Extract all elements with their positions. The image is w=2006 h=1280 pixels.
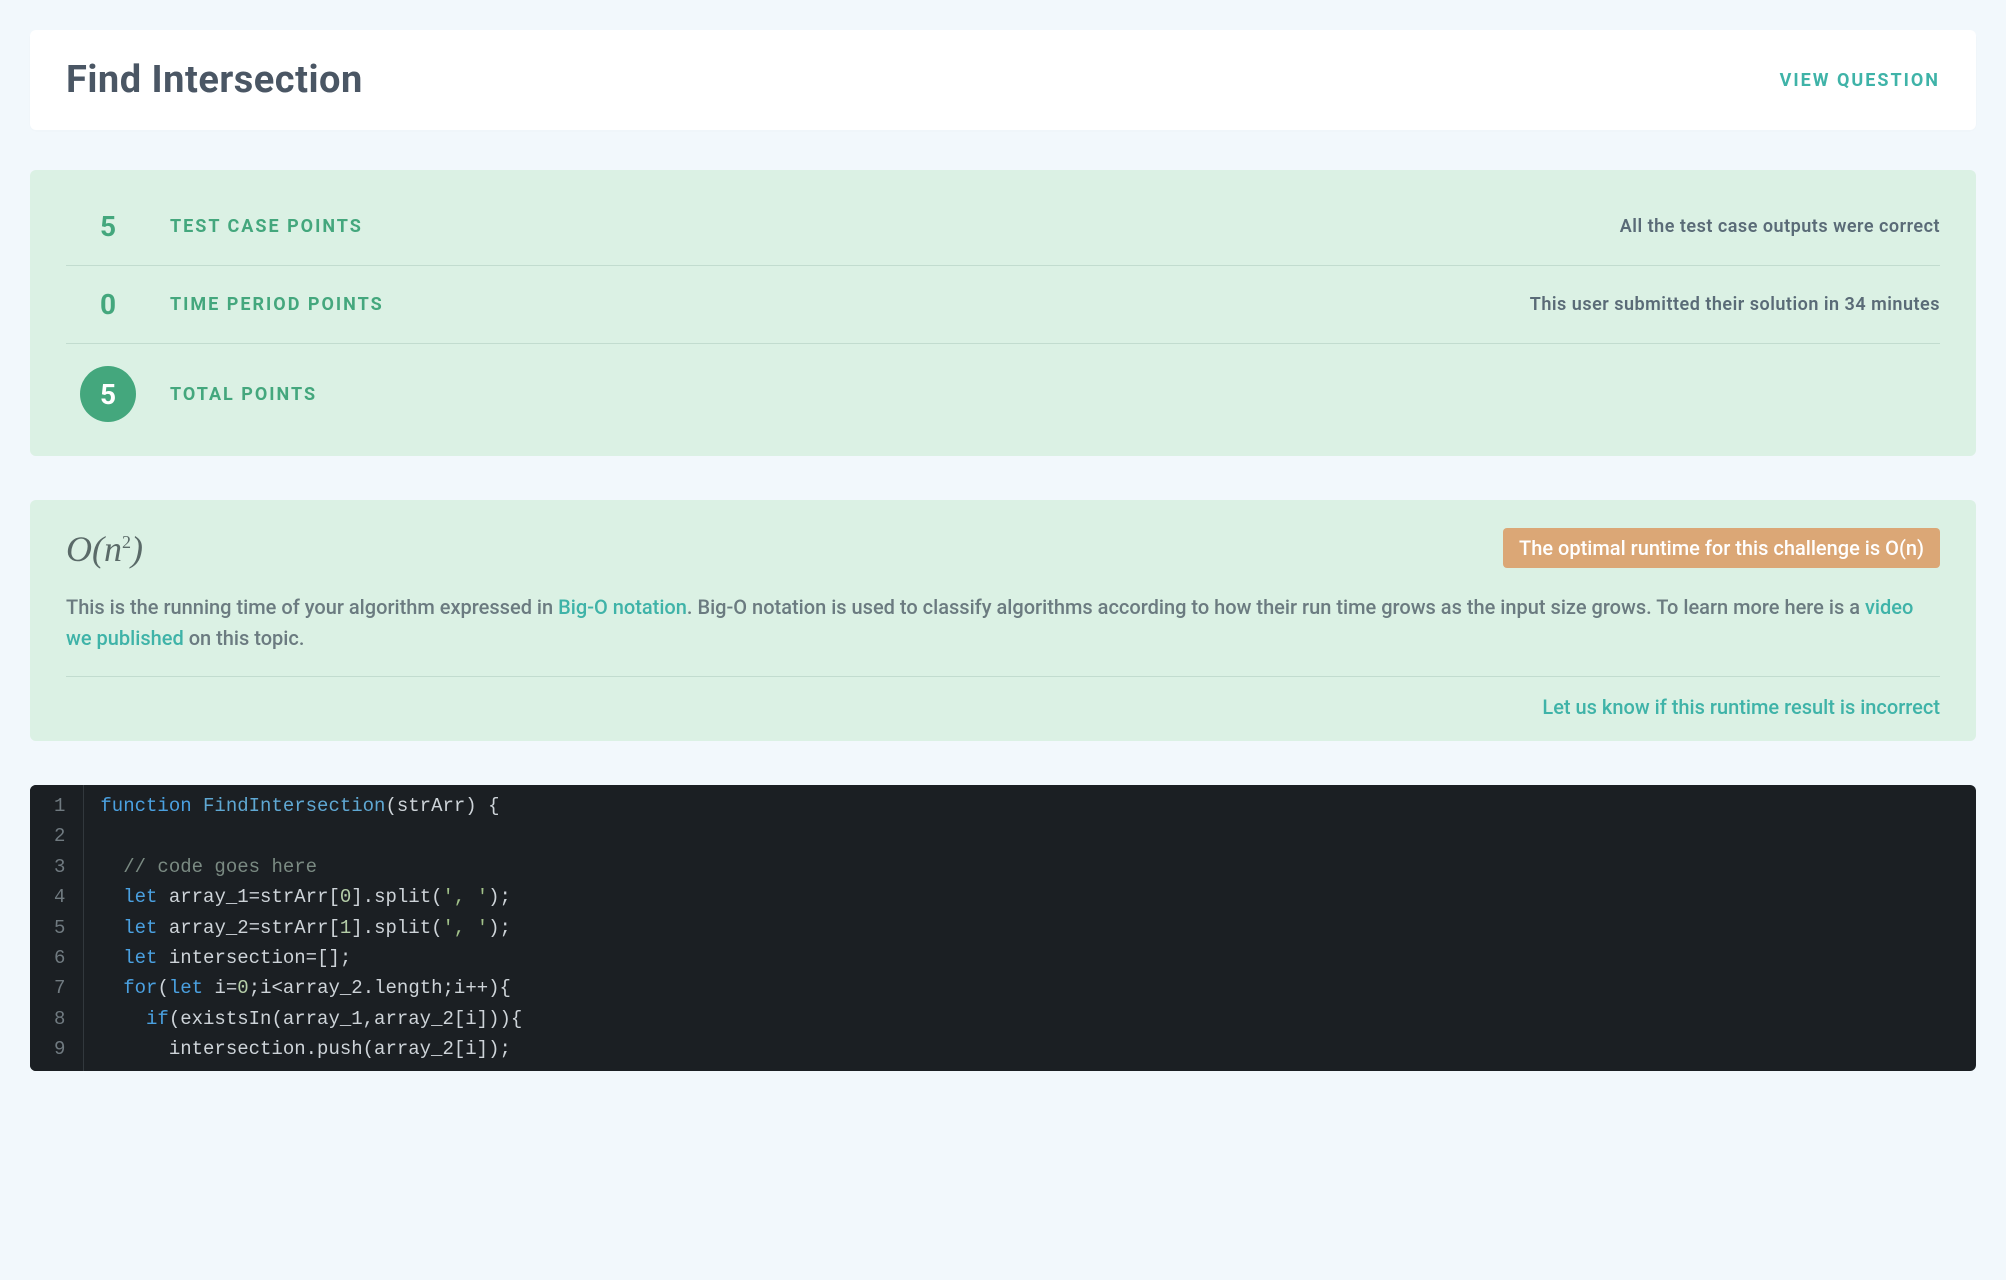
runtime-description: This is the running time of your algorit… <box>66 592 1940 654</box>
line-number: 6 <box>54 943 65 973</box>
points-row-total: 5 TOTAL POINTS <box>66 343 1940 428</box>
points-label: TIME PERIOD POINTS <box>170 294 1530 315</box>
code-content: function FindIntersection(strArr) { // c… <box>84 785 1976 1071</box>
runtime-desc-text: . Big-O notation is used to classify alg… <box>687 595 1865 619</box>
points-label: TOTAL POINTS <box>170 384 1940 405</box>
runtime-top-row: O(n2) The optimal runtime for this chall… <box>66 528 1940 570</box>
points-row-time-period: 0 TIME PERIOD POINTS This user submitted… <box>66 265 1940 343</box>
code-line: let array_2=strArr[1].split(', '); <box>100 913 1960 943</box>
points-row-test-case: 5 TEST CASE POINTS All the test case out… <box>66 188 1940 265</box>
points-value: 0 <box>66 288 150 321</box>
bigo-notation-link[interactable]: Big-O notation <box>558 595 687 619</box>
runtime-desc-text: This is the running time of your algorit… <box>66 595 558 619</box>
code-line: intersection.push(array_2[i]); <box>100 1034 1960 1064</box>
optimal-runtime-badge: The optimal runtime for this challenge i… <box>1503 528 1940 568</box>
header-card: Find Intersection VIEW QUESTION <box>30 30 1976 130</box>
points-value: 5 <box>66 210 150 243</box>
code-line: // code goes here <box>100 852 1960 882</box>
line-number: 4 <box>54 882 65 912</box>
runtime-feedback-link[interactable]: Let us know if this runtime result is in… <box>1542 695 1940 719</box>
view-question-link[interactable]: VIEW QUESTION <box>1780 70 1940 91</box>
code-line: for(let i=0;i<array_2.length;i++){ <box>100 973 1960 1003</box>
total-points-badge: 5 <box>80 366 136 422</box>
code-line: let intersection=[]; <box>100 943 1960 973</box>
runtime-desc-text: on this topic. <box>184 626 305 650</box>
code-line: function FindIntersection(strArr) { <box>100 791 1960 821</box>
line-number: 2 <box>54 821 65 851</box>
code-editor: 123456789 function FindIntersection(strA… <box>30 785 1976 1071</box>
line-number: 9 <box>54 1034 65 1064</box>
line-number: 5 <box>54 913 65 943</box>
code-gutter: 123456789 <box>30 785 84 1071</box>
points-label: TEST CASE POINTS <box>170 216 1620 237</box>
runtime-card: O(n2) The optimal runtime for this chall… <box>30 500 1976 741</box>
line-number: 1 <box>54 791 65 821</box>
runtime-feedback-row: Let us know if this runtime result is in… <box>66 676 1940 719</box>
points-detail: All the test case outputs were correct <box>1620 216 1940 237</box>
points-card: 5 TEST CASE POINTS All the test case out… <box>30 170 1976 456</box>
code-line: if(existsIn(array_1,array_2[i])){ <box>100 1004 1960 1034</box>
code-line: let array_1=strArr[0].split(', '); <box>100 882 1960 912</box>
points-detail: This user submitted their solution in 34… <box>1530 294 1940 315</box>
bigo-complexity: O(n2) <box>66 528 143 570</box>
code-line <box>100 821 1960 851</box>
page-title: Find Intersection <box>66 58 363 102</box>
line-number: 8 <box>54 1004 65 1034</box>
line-number: 3 <box>54 852 65 882</box>
line-number: 7 <box>54 973 65 1003</box>
